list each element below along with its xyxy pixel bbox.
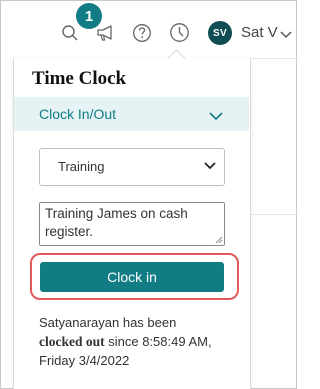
activity-select[interactable]: Training xyxy=(39,148,225,186)
status-date: Friday 3/4/2022 xyxy=(39,353,130,368)
status-prefix: Satyanarayan has been xyxy=(39,315,177,330)
clock-in-button[interactable]: Clock in xyxy=(40,262,224,292)
divider xyxy=(250,58,297,59)
chevron-down-icon xyxy=(280,31,292,39)
announcements-button[interactable] xyxy=(95,22,117,44)
note-textarea[interactable]: Training James on cash register. xyxy=(39,202,225,246)
user-name[interactable]: Sat V xyxy=(241,24,278,41)
section-label[interactable]: Clock In/Out xyxy=(39,106,116,122)
top-bar: 1 SV Sat V xyxy=(0,0,297,60)
status-state: clocked out xyxy=(39,334,105,349)
status-suffix: since 8:58:49 AM, xyxy=(104,334,212,349)
panel-title: Time Clock xyxy=(32,68,127,89)
help-icon xyxy=(133,24,151,42)
activity-select-value: Training xyxy=(58,159,105,174)
user-menu-toggle[interactable] xyxy=(280,26,292,44)
search-button[interactable] xyxy=(60,23,80,43)
resize-grip-icon[interactable] xyxy=(215,236,223,244)
divider xyxy=(250,214,297,215)
time-clock-button[interactable] xyxy=(168,21,191,44)
clock-icon xyxy=(170,23,189,42)
chevron-down-icon xyxy=(204,162,216,170)
search-icon xyxy=(62,25,78,41)
note-text: Training James on cash register. xyxy=(45,206,188,239)
help-button[interactable] xyxy=(131,22,153,44)
chevron-down-icon xyxy=(209,112,223,121)
avatar[interactable]: SV xyxy=(208,21,232,45)
clock-status: Satyanarayan has been clocked out since … xyxy=(39,313,239,370)
megaphone-icon xyxy=(97,25,112,41)
section-toggle[interactable] xyxy=(209,108,223,126)
